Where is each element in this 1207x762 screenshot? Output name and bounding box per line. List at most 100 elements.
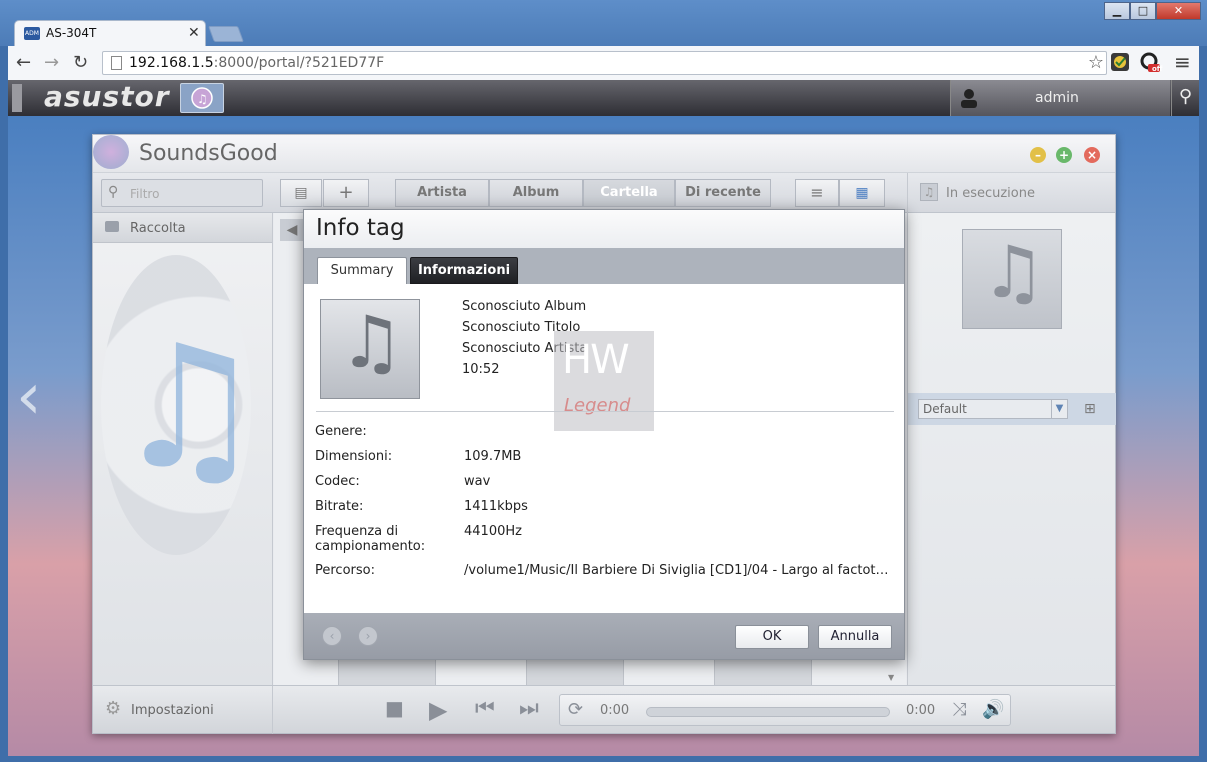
dialog-footer: ‹ › OK Annulla: [304, 613, 904, 659]
stop-button[interactable]: ■: [385, 698, 404, 718]
soundsgood-logo-icon: [93, 135, 129, 169]
browser-frame-right: [1199, 46, 1207, 762]
browser-tab[interactable]: ADM AS-304T ✕: [14, 20, 206, 46]
app-title: SoundsGood: [139, 141, 278, 166]
user-menu[interactable]: admin: [950, 80, 1170, 116]
playlist-button[interactable]: ▤: [280, 179, 322, 207]
field-label-percorso: Percorso:: [315, 563, 375, 578]
app-sidebar: Raccolta ♫: [93, 213, 273, 685]
grid-view-button[interactable]: ▦: [839, 179, 885, 207]
field-value-frequenza: 44100Hz: [464, 524, 522, 539]
sidebar-item-raccolta[interactable]: Raccolta: [93, 213, 272, 243]
soundsgood-taskbar-icon[interactable]: ♫: [180, 83, 224, 113]
adm-favicon-icon: ADM: [24, 27, 40, 40]
shuffle-icon[interactable]: ⤨: [952, 699, 966, 720]
extension-badge: off: [1152, 65, 1163, 73]
album-cover: ♫: [320, 299, 420, 399]
zoom-search-icon[interactable]: ⊞: [1084, 401, 1096, 417]
playlist-select[interactable]: Default ▼: [918, 399, 1068, 419]
tab-close-icon[interactable]: ✕: [188, 25, 200, 41]
filter-input[interactable]: ⚲ Filtro: [101, 179, 263, 207]
back-arrow-icon[interactable]: ←: [16, 52, 31, 73]
app-minimize-button[interactable]: –: [1030, 147, 1046, 163]
music-note-icon: ♫: [339, 300, 404, 384]
tab-cartella[interactable]: Cartella: [583, 179, 675, 207]
prev-track-arrow-icon[interactable]: ‹: [322, 626, 342, 646]
window-controls: ▁ □ ✕: [1104, 2, 1201, 20]
field-label-codec: Codec:: [315, 474, 360, 489]
album-thumbnail[interactable]: [714, 657, 812, 687]
browser-toolbar: ← → ↻ 192.168.1.5:8000/portal/?521ED77F …: [8, 46, 1199, 80]
folder-back-button[interactable]: ◀: [280, 219, 304, 241]
desktop-prev-arrow-icon[interactable]: ‹: [16, 360, 42, 434]
bookmark-star-icon[interactable]: ☆: [1088, 52, 1104, 73]
tab-di-recente[interactable]: Di recente: [675, 179, 771, 207]
info-tag-dialog: Info tag Summary Informazioni ♫ Sconosci…: [303, 209, 905, 660]
adm-search-icon[interactable]: ⚲: [1171, 80, 1199, 116]
repeat-icon[interactable]: ⟳: [568, 699, 583, 720]
sidebar-item-label: Raccolta: [130, 221, 186, 236]
list-view-button[interactable]: ≡: [795, 179, 839, 207]
play-button[interactable]: ▶: [429, 698, 447, 722]
dialog-title: Info tag: [316, 215, 405, 241]
app-toolbar: ⚲ Filtro ▤ + Artista Album Cartella Di r…: [93, 173, 1115, 213]
now-playing-cover: ♫: [962, 229, 1062, 329]
field-value-dimensioni: 109.7MB: [464, 449, 522, 464]
app-maximize-button[interactable]: +: [1056, 147, 1072, 163]
now-playing-panel: ♫ Default ▼ ⊞: [907, 213, 1116, 685]
tab-artista[interactable]: Artista: [395, 179, 489, 207]
settings-label: Impostazioni: [131, 703, 214, 718]
minimize-button[interactable]: ▁: [1104, 2, 1130, 20]
tab-title: AS-304T: [46, 26, 97, 40]
chevron-down-icon: ▼: [1051, 400, 1067, 418]
tab-informazioni[interactable]: Informazioni: [410, 257, 518, 284]
time-elapsed: 0:00: [600, 703, 630, 718]
window-close-button[interactable]: ✕: [1156, 2, 1201, 20]
player-bar: ⚙ Impostazioni ■ ▶ ⏮ ⏭ ⟳ 0:00 0:00 ⤨ 🔊: [93, 685, 1115, 734]
time-total: 0:00: [906, 703, 936, 718]
field-value-bitrate: 1411kbps: [464, 499, 528, 514]
field-value-percorso: /volume1/Music/Il Barbiere Di Siviglia […: [464, 563, 894, 578]
filter-search-icon: ⚲: [108, 184, 119, 200]
asustor-logo: asustor: [44, 80, 170, 113]
field-label-frequenza: Frequenza di campionamento:: [315, 524, 426, 554]
field-label-genere: Genere:: [315, 424, 367, 439]
field-value-codec: wav: [464, 474, 491, 489]
browser-frame-bottom: [0, 756, 1207, 762]
track-duration: 10:52: [462, 362, 500, 377]
filter-placeholder: Filtro: [130, 187, 160, 201]
settings-button[interactable]: ⚙ Impostazioni: [93, 686, 273, 734]
maximize-button[interactable]: □: [1130, 2, 1156, 20]
music-note-decoration-icon: ♫: [113, 309, 266, 507]
tab-album[interactable]: Album: [489, 179, 583, 207]
playlist-strip: Default ▼ ⊞: [908, 393, 1116, 425]
extension-check-icon[interactable]: [1110, 52, 1130, 72]
browser-frame-left: [0, 46, 8, 762]
volume-icon[interactable]: 🔊: [982, 699, 1004, 720]
next-button[interactable]: ⏭: [519, 698, 539, 720]
tab-summary[interactable]: Summary: [317, 257, 407, 284]
add-button[interactable]: +: [323, 179, 369, 207]
now-playing-header: ♫ In esecuzione: [907, 173, 1115, 213]
dialog-tabs: Summary Informazioni: [304, 248, 904, 284]
progress-slider[interactable]: [646, 707, 890, 717]
taskbar-handle[interactable]: [12, 84, 22, 112]
user-icon: [961, 89, 977, 108]
music-note-icon: ♫: [920, 183, 938, 201]
new-tab-button[interactable]: [208, 26, 244, 42]
playlist-select-value: Default: [923, 402, 967, 416]
cancel-button[interactable]: Annulla: [818, 625, 892, 649]
next-track-arrow-icon[interactable]: ›: [358, 626, 378, 646]
forward-arrow-icon[interactable]: →: [44, 52, 59, 73]
app-close-button[interactable]: ×: [1084, 147, 1100, 163]
album-thumbnail[interactable]: [526, 657, 624, 687]
menu-icon[interactable]: ≡: [1174, 50, 1191, 74]
reload-icon[interactable]: ↻: [73, 52, 88, 73]
ok-button[interactable]: OK: [735, 625, 809, 649]
album-thumbnail[interactable]: [338, 657, 436, 687]
collection-icon: [105, 221, 119, 232]
music-note-icon: ♫: [981, 230, 1046, 314]
scroll-down-icon[interactable]: ▼: [888, 673, 894, 682]
address-bar[interactable]: 192.168.1.5:8000/portal/?521ED77F ☆: [102, 51, 1107, 75]
previous-button[interactable]: ⏮: [475, 698, 495, 720]
